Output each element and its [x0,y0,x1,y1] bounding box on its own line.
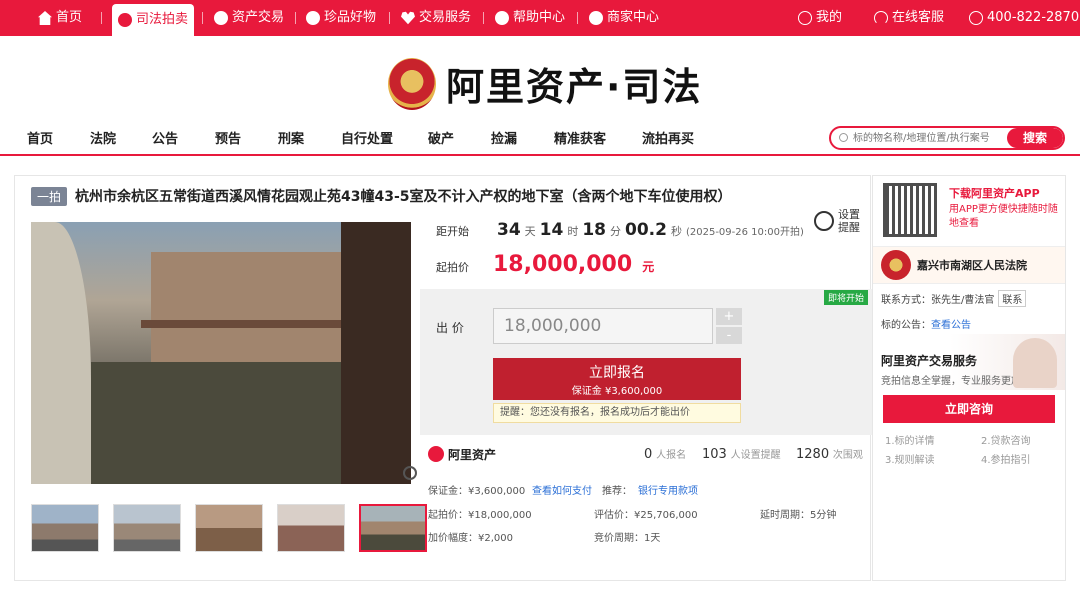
nav-relist[interactable]: 流拍再买 [642,128,694,147]
view-count: 1280 次围观 [796,447,863,462]
home-icon [38,11,52,25]
court-emblem-icon [388,57,436,110]
user-icon [798,11,812,25]
auction-panel: 一拍 杭州市余杭区五常街道西溪风情花园观止苑43幢43-5室及不计入产权的地下室… [14,175,872,581]
signup-count: 0 人报名 [644,447,687,462]
thumbnail-selected[interactable] [359,504,427,552]
topbar-phone[interactable]: 400-822-2870 [969,0,1079,36]
main-photo[interactable] [31,222,411,484]
nav-bargains[interactable]: 捡漏 [491,128,517,147]
zoom-icon[interactable] [403,466,417,480]
heart-icon [401,11,415,25]
guide-link[interactable]: 2.贷款咨询 [981,432,1031,447]
topbar-judicial-auction[interactable]: 司法拍卖 [112,4,195,36]
clock-icon [814,211,834,231]
thumbnail-strip [31,504,427,552]
app-download-desc: 用APP更方便快捷随时随地查看 [949,204,1058,229]
signup-button[interactable]: 立即报名 保证金 ¥3,600,000 [493,358,741,400]
auction-round-tag: 一拍 [31,186,68,206]
right-sidebar: 下载阿里资产APP 用APP更方便快捷随时随地查看 嘉兴市南湖区人民法院 联系方… [872,175,1066,581]
nav-bankruptcy[interactable]: 破产 [428,128,454,147]
thumbnail[interactable] [195,504,263,552]
nav-home[interactable]: 首页 [27,128,53,147]
store-icon [589,11,603,25]
nav-precise-leads[interactable]: 精准获客 [554,128,606,147]
stats-row: 阿里资产 0 人报名 103 人设置提醒 1280 次围观 [428,442,872,466]
bid-box: 即将开始 出 价 18,000,000 + - 立即报名 保证金 ¥3,600,… [420,289,872,435]
brand-title: 阿里资产·司法 [446,65,703,109]
ali-asset-logo: 阿里资产 [428,446,496,463]
item-title: 杭州市余杭区五常街道西溪风情花园观止苑43幢43-5室及不计入产权的地下室（含两… [75,189,732,205]
nav-criminal[interactable]: 刑案 [278,128,304,147]
thumbnail[interactable] [113,504,181,552]
court-name: 嘉兴市南湖区人民法院 [917,259,1027,272]
how-to-pay-link[interactable]: 查看如何支付 [532,482,592,497]
search-icon [839,133,848,142]
status-badge: 即将开始 [823,290,868,305]
topbar-online-service[interactable]: 在线客服 [874,0,944,36]
agent-avatar [1013,338,1057,388]
service-promo: 阿里资产交易服务 竞拍信息全掌握，专业服务更放心 [873,334,1065,390]
bid-amount-field[interactable]: 18,000,000 [493,308,713,344]
contact-button[interactable]: 联系 [998,290,1027,307]
consult-button[interactable]: 立即咨询 [883,395,1055,423]
increase-button[interactable]: + [716,308,742,325]
view-notice-link[interactable]: 查看公告 [931,320,971,331]
asset-icon [214,11,228,25]
gavel-icon [118,13,132,27]
countdown: 距开始 34 天 14 时 18 分 00.2 秒 (2025-09-26 10:00开… [436,220,804,240]
start-price: 起拍价 18,000,000 元 [436,252,655,277]
gem-icon [306,11,320,25]
search-box: 搜索 [829,126,1065,150]
topbar-my[interactable]: 我的 [798,0,842,36]
topbar-trade-service[interactable]: 交易服务 [401,0,471,36]
help-icon [495,11,509,25]
app-download-title[interactable]: 下载阿里资产APP [949,185,1040,201]
top-bar: 首页 司法拍卖 资产交易 珍品好物 交易服务 帮助中心 商家中心 我的 在线客服… [0,0,1080,36]
topbar-home[interactable]: 首页 [38,0,82,36]
nav-notice[interactable]: 公告 [152,128,178,147]
start-time: (2025-09-26 10:00开拍) [685,227,804,238]
brand-logo[interactable]: 阿里资产·司法 [388,56,702,111]
app-qr-code [883,183,937,237]
court-info[interactable]: 嘉兴市南湖区人民法院 [873,246,1065,284]
nav-preview[interactable]: 预告 [215,128,241,147]
headset-icon [874,11,888,25]
bid-stepper: + - [716,308,742,344]
guide-link[interactable]: 4.参拍指引 [981,451,1031,466]
nav-self-disposal[interactable]: 自行处置 [341,128,393,147]
topbar-treasures[interactable]: 珍品好物 [306,0,376,36]
thumbnail[interactable] [277,504,345,552]
guide-link[interactable]: 3.规则解读 [885,451,935,466]
thumbnail[interactable] [31,504,99,552]
court-emblem-icon [881,250,911,280]
notice-row: 标的公告：查看公告 [881,320,971,331]
set-reminder-button[interactable]: 设置 提醒 [814,208,860,234]
reminder-count: 103 人设置提醒 [702,447,781,462]
topbar-merchant[interactable]: 商家中心 [589,0,659,36]
signup-hint: 提醒：您还没有报名，报名成功后才能出价 [493,403,741,423]
guide-link[interactable]: 1.标的详情 [885,432,935,447]
title-row: 一拍 杭州市余杭区五常街道西溪风情花园观止苑43幢43-5室及不计入产权的地下室… [31,186,732,206]
decrease-button[interactable]: - [716,327,742,344]
nav-court[interactable]: 法院 [90,128,116,147]
search-button[interactable]: 搜索 [1007,128,1063,148]
ali-logo-icon [428,446,444,462]
phone-icon [969,11,983,25]
contact-row: 联系方式：张先生/曹法官 联系 [881,290,1027,307]
topbar-help[interactable]: 帮助中心 [495,0,565,36]
search-input[interactable] [853,129,1009,147]
bank-payment-link[interactable]: 银行专用款项 [638,482,698,497]
topbar-asset-trade[interactable]: 资产交易 [214,0,284,36]
